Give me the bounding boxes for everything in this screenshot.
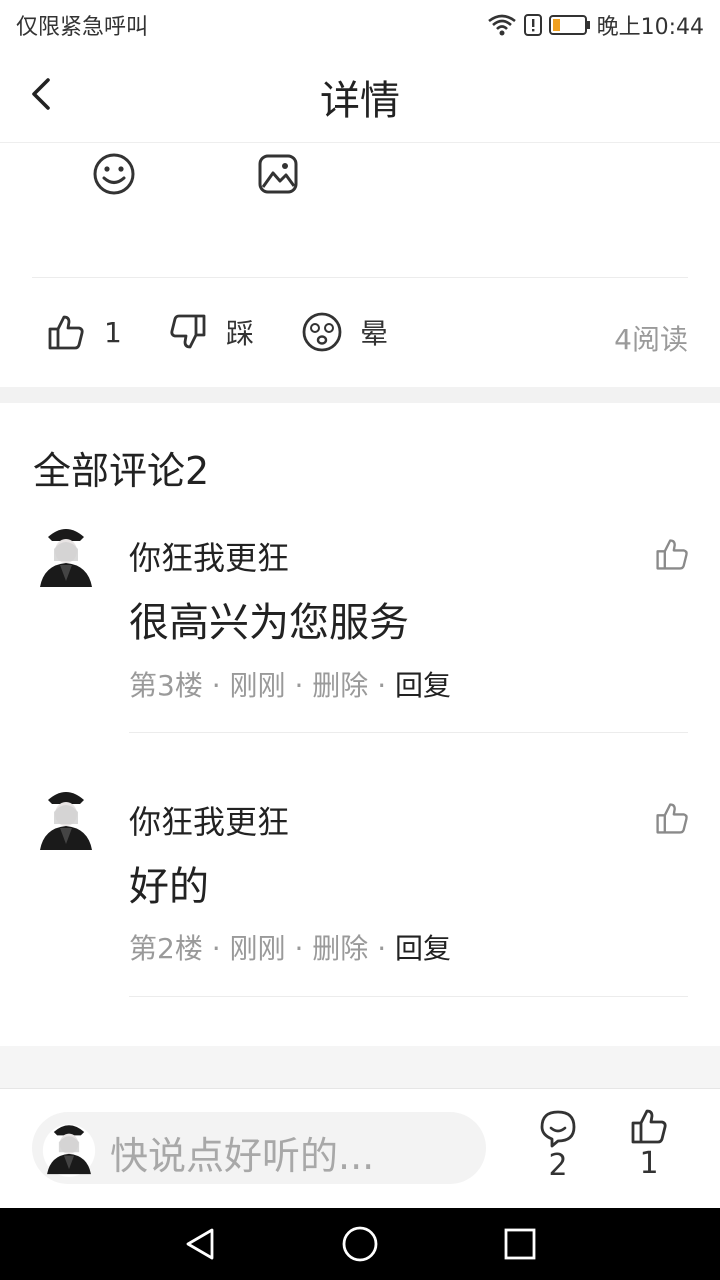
dizzy-label: 晕	[360, 317, 389, 350]
divider	[32, 277, 688, 278]
reply-link[interactable]: 回复	[395, 932, 451, 965]
comment-count-button[interactable]: 2	[528, 1108, 588, 1183]
comment-like-icon[interactable]	[654, 536, 690, 572]
divider	[129, 732, 688, 733]
like-reaction[interactable]: 1	[46, 312, 122, 352]
status-icons: 晚上10:44	[487, 9, 704, 41]
comment-floor: 第2楼	[129, 932, 203, 965]
smiley-icon[interactable]	[92, 152, 136, 196]
comment-author[interactable]: 你狂我更狂	[129, 533, 289, 579]
dizzy-reaction[interactable]: 晕	[302, 312, 388, 352]
read-count: 4阅读	[614, 323, 688, 356]
thumbs-up-icon	[46, 312, 86, 352]
section-separator	[0, 387, 720, 403]
comment-time: 刚刚	[229, 932, 286, 965]
thumbs-up-icon	[619, 1106, 679, 1146]
divider	[129, 996, 688, 997]
wifi-icon	[487, 13, 517, 37]
like-count: 1	[639, 1146, 659, 1181]
dislike-label: 踩	[226, 317, 255, 350]
carrier-text: 仅限紧急呼叫	[16, 15, 149, 40]
clock-text: 晚上10:44	[596, 15, 704, 40]
delete-link[interactable]: 删除	[312, 932, 368, 965]
comment-bubble-icon	[528, 1108, 588, 1148]
battery-icon	[548, 14, 591, 36]
delete-link[interactable]: 删除	[312, 669, 368, 702]
comment-meta: 第2楼 · 刚刚 · 删除 · 回复	[129, 932, 452, 965]
top-nav: 详情	[0, 48, 720, 143]
avatar[interactable]	[34, 521, 98, 591]
alert-sim-icon	[523, 13, 543, 37]
comment-meta: 第3楼 · 刚刚 · 删除 · 回复	[129, 669, 452, 702]
comment-author[interactable]: 你狂我更狂	[129, 797, 289, 843]
bottom-spacer	[0, 1046, 720, 1088]
avatar[interactable]	[34, 784, 98, 854]
comment-floor: 第3楼	[129, 669, 203, 702]
comments-title: 全部评论2	[33, 449, 210, 493]
reply-link[interactable]: 回复	[395, 669, 451, 702]
dizzy-face-icon	[302, 312, 342, 352]
comment-text: 很高兴为您服务	[129, 600, 409, 646]
nav-back-icon[interactable]	[180, 1226, 220, 1262]
comment-time: 刚刚	[229, 669, 286, 702]
image-icon[interactable]	[256, 152, 300, 196]
comment-text: 好的	[129, 864, 209, 910]
nav-recents-icon[interactable]	[502, 1226, 538, 1262]
page-title: 详情	[320, 78, 400, 124]
system-nav-bar	[0, 1208, 720, 1280]
thumbs-down-icon	[168, 312, 208, 352]
comment-count: 2	[548, 1148, 568, 1183]
dislike-reaction[interactable]: 踩	[168, 312, 254, 352]
status-bar: 仅限紧急呼叫 晚上10:44	[0, 0, 720, 48]
nav-home-icon[interactable]	[340, 1224, 380, 1264]
comment-like-icon[interactable]	[654, 800, 690, 836]
like-count-button[interactable]: 1	[619, 1106, 679, 1181]
avatar	[42, 1118, 96, 1178]
comment-input-placeholder[interactable]: 快说点好听的...	[110, 1125, 374, 1180]
like-count: 1	[104, 315, 122, 349]
